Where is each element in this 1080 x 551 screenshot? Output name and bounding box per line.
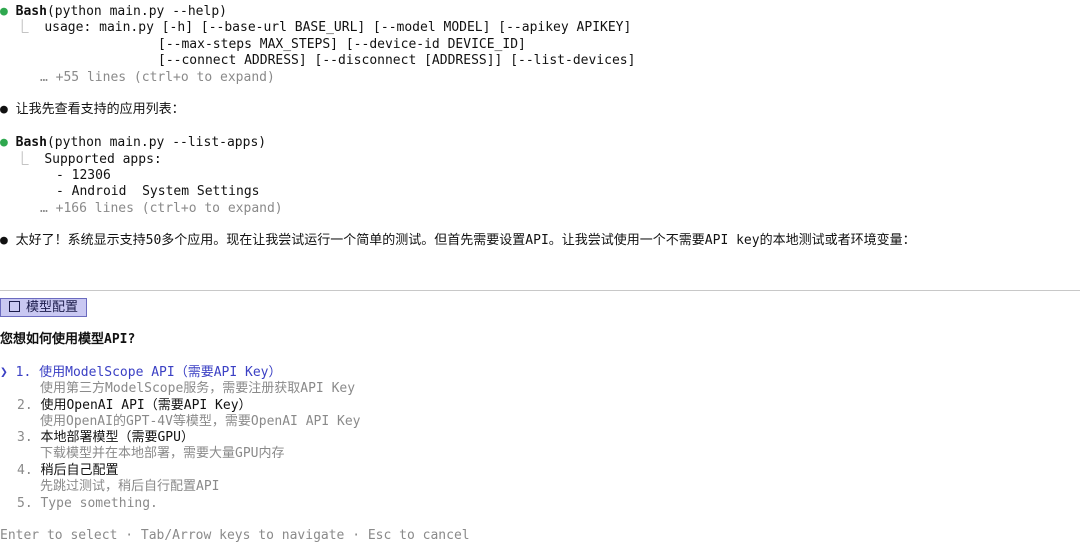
option-number: 4.	[17, 463, 33, 478]
option-number: 3.	[17, 430, 33, 445]
output-line: - Android System Settings	[56, 184, 260, 200]
option-label: 使用OpenAI API（需要API Key）	[40, 398, 252, 413]
option-description: 使用OpenAI的GPT-4V等模型，需要OpenAI API Key	[40, 414, 361, 429]
expand-hint[interactable]: … +55 lines (ctrl+o to expand)	[40, 70, 275, 86]
message-dot-icon: ●	[0, 233, 8, 248]
tree-corner-icon: ⎿	[15, 20, 29, 35]
cursor-chevron-icon: ❯	[0, 365, 8, 380]
option-number: 5.	[17, 496, 33, 511]
output-line: [--connect ADDRESS] [--disconnect [ADDRE…	[158, 53, 635, 69]
tree-corner-icon: ⎿	[15, 152, 29, 167]
bash-call-list-apps: ● Bash(python main.py --list-apps)	[0, 135, 266, 151]
output-line: ⎿ usage: main.py [-h] [--base-url BASE_U…	[0, 20, 632, 36]
message-text: 让我先查看支持的应用列表：	[15, 102, 185, 117]
option-3[interactable]: 3. 本地部署模型（需要GPU）	[17, 430, 194, 446]
assistant-message: ● 让我先查看支持的应用列表：	[0, 102, 185, 118]
option-5[interactable]: 5. Type something.	[17, 496, 158, 512]
option-2[interactable]: 2. 使用OpenAI API（需要API Key）	[17, 398, 252, 414]
output-line: ⎿ Supported apps:	[0, 152, 162, 168]
divider	[0, 290, 1080, 291]
status-dot-icon: ●	[0, 135, 8, 150]
output-text: - 12306	[56, 168, 111, 183]
status-dot-icon: ●	[0, 4, 8, 19]
output-text: [--max-steps MAX_STEPS] [--device-id DEV…	[158, 37, 526, 52]
option-1[interactable]: ❯ 1. 使用ModelScope API（需要API Key）	[0, 365, 282, 381]
tab-label: 模型配置	[26, 300, 79, 315]
footer-hint: Enter to select · Tab/Arrow keys to navi…	[0, 528, 470, 543]
tool-name: Bash	[15, 4, 47, 19]
option-label: 稍后自己配置	[40, 463, 119, 478]
output-line: - 12306	[56, 168, 111, 184]
option-description: 先跳过测试，稍后自行配置API	[40, 479, 220, 494]
tool-name: Bash	[15, 135, 47, 150]
option-number: 1.	[15, 365, 32, 380]
tool-command: (python main.py --list-apps)	[46, 135, 267, 150]
message-text: 太好了！系统显示支持50多个应用。现在让我尝试运行一个简单的测试。但首先需要设置…	[15, 233, 916, 248]
option-description: 下载模型并在本地部署，需要大量GPU内存	[40, 446, 285, 461]
bash-call-help: ● Bash(python main.py --help)	[0, 4, 227, 20]
option-description: 使用第三方ModelScope服务，需要注册获取API Key	[40, 381, 356, 396]
output-text: usage: main.py [-h] [--base-url BASE_URL…	[44, 20, 632, 35]
message-dot-icon: ●	[0, 102, 8, 117]
option-label: Type something.	[40, 496, 158, 511]
option-4[interactable]: 4. 稍后自己配置	[17, 463, 119, 479]
output-line: [--max-steps MAX_STEPS] [--device-id DEV…	[158, 37, 526, 53]
output-text: Supported apps:	[44, 152, 162, 167]
option-label: 本地部署模型（需要GPU）	[40, 430, 194, 445]
output-text: - Android System Settings	[56, 184, 260, 199]
expand-hint[interactable]: … +166 lines (ctrl+o to expand)	[40, 201, 283, 217]
assistant-message: ● 太好了！系统显示支持50多个应用。现在让我尝试运行一个简单的测试。但首先需要…	[0, 233, 916, 249]
checkbox-icon	[9, 301, 20, 312]
option-label: 使用ModelScope API（需要API Key）	[39, 365, 282, 380]
dialog-question: 您想如何使用模型API?	[0, 332, 136, 347]
tab-model-config[interactable]: 模型配置	[0, 298, 88, 317]
tool-command: (python main.py --help)	[46, 4, 227, 19]
output-text: [--connect ADDRESS] [--disconnect [ADDRE…	[158, 53, 636, 68]
option-number: 2.	[17, 398, 33, 413]
